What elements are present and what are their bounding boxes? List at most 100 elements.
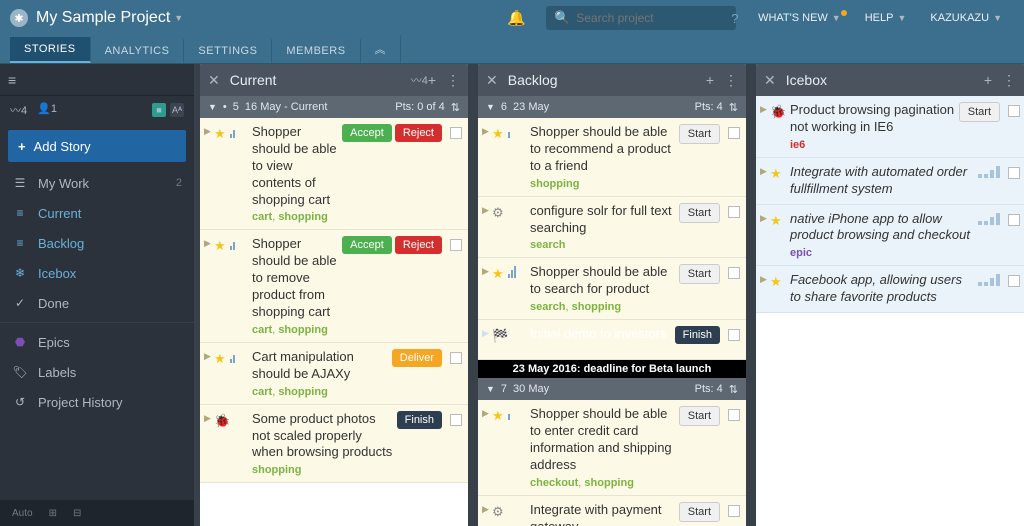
expand-icon[interactable]: ▶ [760,104,768,115]
finish-button[interactable]: Finish [675,326,720,344]
expand-icon[interactable]: ▶ [204,238,212,249]
footer-btn-2[interactable]: ⊟ [67,505,87,522]
project-title[interactable]: My Sample Project [36,9,170,27]
user-menu[interactable]: KAZUKAZU▼ [930,12,1002,24]
start-button[interactable]: Start [679,124,720,144]
tab-members[interactable]: MEMBERS [272,39,360,63]
expand-icon[interactable]: ▶ [204,126,212,137]
story-checkbox[interactable] [728,127,740,139]
story-checkbox[interactable] [728,329,740,341]
expand-icon[interactable]: ▶ [482,126,490,137]
nav-backlog[interactable]: ≡Backlog [0,228,194,258]
nav-labels[interactable]: 🏷Labels [0,357,194,387]
story-card[interactable]: ▶★ native iPhone app to allow product br… [756,205,1024,267]
expand-icon[interactable]: ▶ [482,408,490,419]
estimate-selector[interactable] [978,272,1000,286]
start-button[interactable]: Start [679,203,720,223]
story-checkbox[interactable] [728,505,740,517]
story-card[interactable]: ▶★ Integrate with automated order fullfi… [756,158,1024,205]
story-checkbox[interactable] [450,414,462,426]
story-checkbox[interactable] [728,409,740,421]
story-checkbox[interactable] [1008,214,1020,226]
deliver-button[interactable]: Deliver [392,349,442,367]
story-card[interactable]: ▶★ Shopper should be able to recommend a… [478,118,746,197]
story-card[interactable]: ▶★ Shopper should be able to view conten… [200,118,468,230]
finish-button[interactable]: Finish [397,411,442,429]
story-checkbox[interactable] [450,352,462,364]
expand-icon[interactable]: ▶ [482,504,490,515]
nav-icebox[interactable]: ❄Icebox [0,258,194,288]
story-checkbox[interactable] [1008,105,1020,117]
accept-button[interactable]: Accept [342,236,392,254]
tab-analytics[interactable]: ANALYTICS [91,39,185,63]
start-button[interactable]: Start [679,264,720,284]
start-button[interactable]: Start [679,406,720,426]
story-card[interactable]: ▶★ Shopper should be able to enter credi… [478,400,746,496]
expand-icon[interactable]: ▶ [204,413,212,424]
add-icon[interactable]: + [984,72,992,88]
estimate-selector[interactable] [978,211,1000,225]
add-icon[interactable]: + [706,72,714,88]
add-story-button[interactable]: + Add Story [8,130,186,162]
accept-button[interactable]: Accept [342,124,392,142]
expand-icon[interactable]: ▶ [204,351,212,362]
expand-icon[interactable]: ▶ [760,274,768,285]
story-card[interactable]: ▶★ Shopper should be able to remove prod… [200,230,468,342]
story-card[interactable]: ▶★ Shopper should be able to search for … [478,258,746,320]
expand-icon[interactable]: ▶ [482,266,490,277]
chevron-down-icon[interactable]: ▼ [174,13,183,23]
more-icon[interactable]: ⋮ [1002,72,1016,89]
help-icon[interactable]: ? [731,11,738,26]
expand-icon[interactable]: ▶ [760,166,768,177]
close-icon[interactable]: ✕ [208,72,220,89]
story-card[interactable]: ▶★ Facebook app, allowing users to share… [756,266,1024,313]
story-checkbox[interactable] [1008,275,1020,287]
story-checkbox[interactable] [728,267,740,279]
story-checkbox[interactable] [450,127,462,139]
reject-button[interactable]: Reject [395,124,442,142]
story-card[interactable]: ▶🐞 Product browsing pagination not worki… [756,96,1024,158]
expand-icon[interactable]: ▶ [482,205,490,216]
nav-current[interactable]: ≡Current [0,198,194,228]
story-card[interactable]: ▶⚙ Integrate with payment gatewayStart c… [478,496,746,526]
members-stat[interactable]: 👤1 [37,102,57,118]
story-checkbox[interactable] [1008,167,1020,179]
auto-button[interactable]: Auto [6,505,39,522]
story-card[interactable]: ▶★ Cart manipulation should be AJAXy Del… [200,343,468,405]
story-card[interactable]: ▶⚙ configure solr for full text searchin… [478,197,746,259]
close-icon[interactable]: ✕ [764,72,776,89]
expand-icon[interactable]: ▶ [760,213,768,224]
nav-epics[interactable]: ⬣Epics [0,327,194,357]
whats-new-link[interactable]: WHAT'S NEW▼ [758,12,841,24]
close-icon[interactable]: ✕ [486,72,498,89]
reject-button[interactable]: Reject [395,236,442,254]
estimate-selector[interactable] [978,164,1000,178]
start-button[interactable]: Start [679,502,720,522]
search-input[interactable] [576,11,731,25]
more-icon[interactable]: ⋮ [446,72,460,89]
tab-stories[interactable]: STORIES [10,37,91,63]
story-checkbox[interactable] [728,206,740,218]
text-size-toggle[interactable]: Aᴬ [170,103,184,117]
iteration-header[interactable]: ▼623 May Pts: 4⇅ [478,96,746,118]
search-box[interactable]: 🔍 ? [546,6,736,30]
iteration-header[interactable]: ▼•516 May - Current Pts: 0 of 4⇅ [200,96,468,118]
points-toggle[interactable]: ■ [152,103,166,117]
story-checkbox[interactable] [450,239,462,251]
tab-settings[interactable]: SETTINGS [184,39,272,63]
nav-done[interactable]: ✓Done [0,288,194,318]
velocity-stat[interactable]: 〰4 [10,102,27,118]
hamburger-icon[interactable]: ≡ [8,72,16,88]
start-button[interactable]: Start [959,102,1000,122]
story-card[interactable]: ▶🐞 Some product photos not scaled proper… [200,405,468,484]
more-icon[interactable]: ⋮ [724,72,738,89]
iteration-header[interactable]: ▼730 May Pts: 4⇅ [478,378,746,400]
story-card-release[interactable]: ▶🏁 Initial demo to investorsFinish [478,320,746,360]
add-icon[interactable]: + [428,72,436,88]
nav-history[interactable]: ↺Project History [0,387,194,417]
tab-collapse[interactable]: ︽ [361,35,402,63]
help-link[interactable]: HELP▼ [865,12,907,24]
footer-btn-1[interactable]: ⊞ [43,505,63,522]
expand-icon[interactable]: ▶ [482,328,490,339]
nav-my-work[interactable]: ☰My Work2 [0,168,194,198]
